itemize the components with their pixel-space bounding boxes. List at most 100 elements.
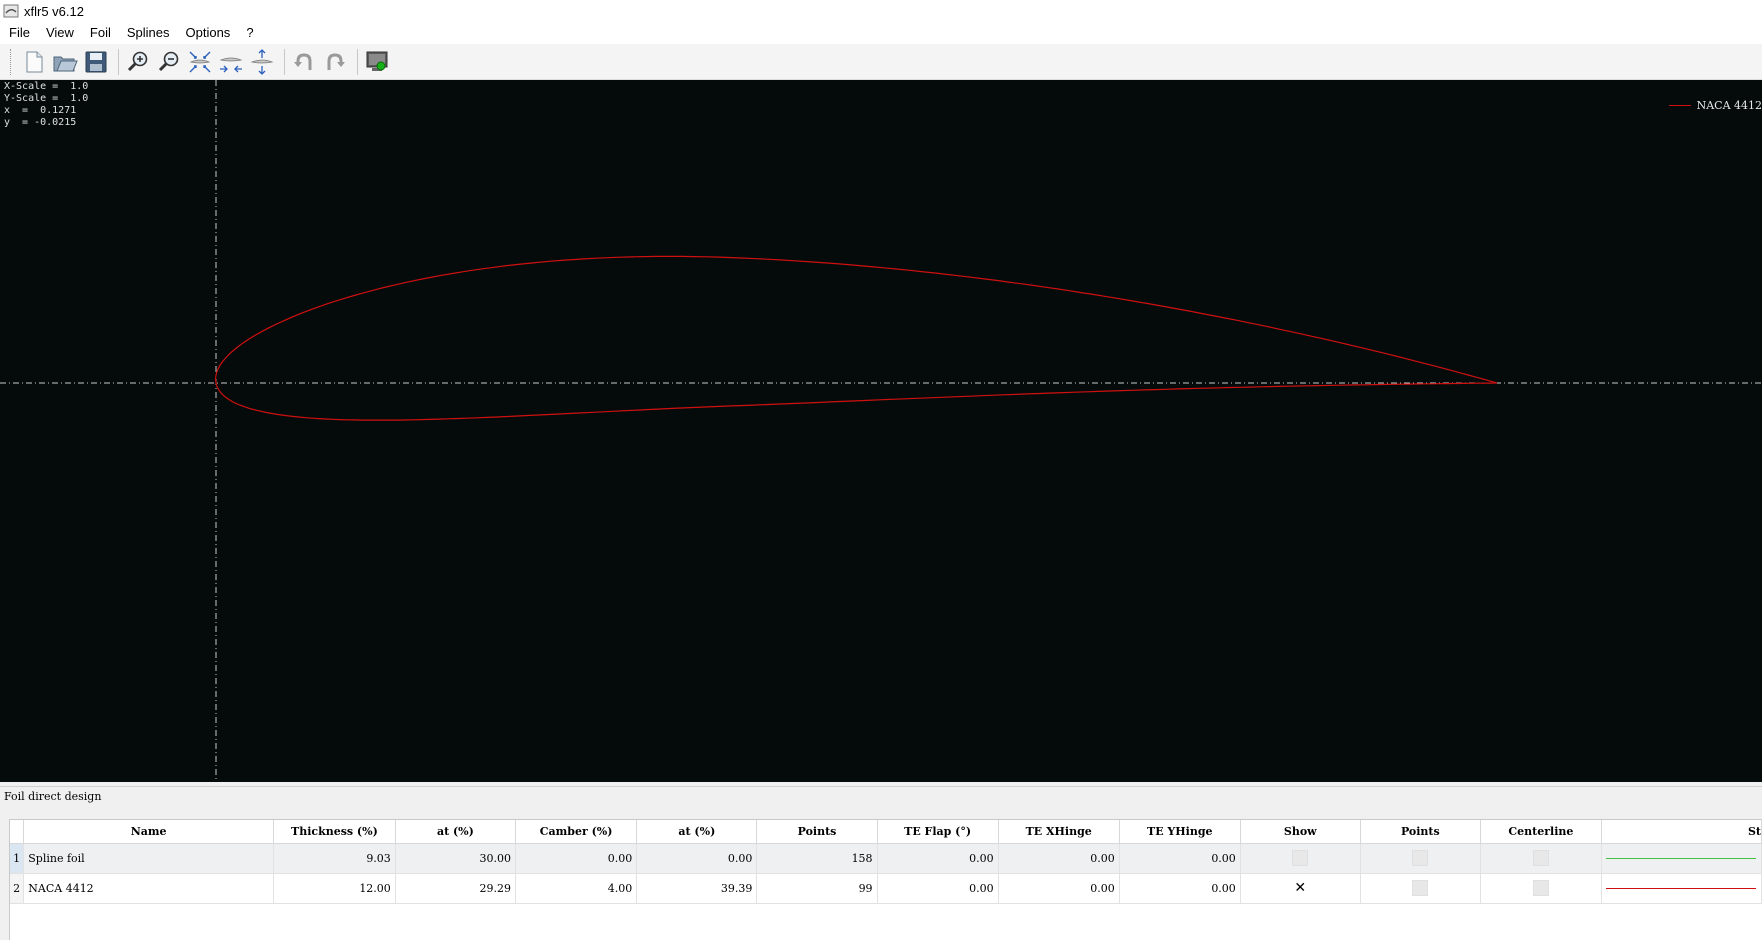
open-folder-icon [53, 56, 78, 71]
show-checkbox[interactable] [1292, 850, 1309, 866]
app-window: xflr5 v6.12 File View Foil Splines Optio… [0, 0, 1762, 940]
col-header-style[interactable]: St [1601, 820, 1762, 844]
menu-splines[interactable]: Splines [119, 22, 178, 44]
new-file-icon [26, 51, 43, 72]
y-scale-button[interactable] [248, 48, 276, 76]
cell-show-points [1360, 843, 1481, 874]
zoom-out-icon [158, 51, 179, 71]
menu-options[interactable]: Options [178, 22, 239, 44]
cell-style[interactable] [1601, 873, 1762, 904]
cursor-x-readout: x = 0.1271 [4, 105, 77, 116]
cell-points[interactable]: 99 [756, 873, 878, 904]
centerline-checkbox[interactable] [1532, 850, 1549, 866]
naca-4412-foil-outline [214, 255, 1498, 421]
toolbar-separator [284, 48, 285, 75]
legend-label: NACA 4412 [1696, 99, 1762, 112]
cell-show: ✕ [1240, 873, 1361, 904]
col-header-thickness[interactable]: Thickness (%) [273, 820, 396, 844]
menu-foil[interactable]: Foil [82, 22, 119, 44]
foil-plot[interactable]: X-Scale = 1.0 Y-Scale = 1.0 x = 0.1271 y = … [0, 80, 1762, 782]
cell-thickness-at[interactable]: 30.00 [395, 843, 516, 874]
col-header-camber[interactable]: Camber (%) [515, 820, 638, 844]
table-header-row: Name Thickness (%) at (%) Camber (%) at … [10, 820, 1762, 844]
cell-points[interactable]: 158 [756, 843, 878, 874]
zoom-in-button[interactable] [124, 48, 152, 76]
cell-te-yhinge[interactable]: 0.00 [1119, 873, 1241, 904]
table-row[interactable]: 1 Spline foil 9.03 30.00 0.00 0.00 158 0… [10, 843, 1762, 874]
show-points-checkbox[interactable] [1412, 850, 1429, 866]
toolbar-separator [118, 48, 119, 75]
zoom-out-button[interactable] [155, 48, 183, 76]
cell-camber-at[interactable]: 39.39 [636, 873, 758, 904]
undo-icon [294, 52, 312, 70]
cell-te-xhinge[interactable]: 0.00 [998, 843, 1120, 874]
menu-bar: File View Foil Splines Options ? [0, 22, 1762, 44]
new-file-button[interactable] [20, 48, 48, 76]
toolbar-grip[interactable] [10, 48, 14, 75]
cell-style[interactable] [1601, 843, 1762, 874]
menu-file[interactable]: File [0, 22, 38, 44]
xflr5-app-icon [3, 4, 19, 18]
col-header-camber-at[interactable]: at (%) [636, 820, 758, 844]
cell-thickness[interactable]: 12.00 [273, 873, 396, 904]
x-scale-button[interactable] [217, 48, 245, 76]
col-header-show[interactable]: Show [1240, 820, 1361, 844]
cell-te-xhinge[interactable]: 0.00 [998, 873, 1120, 904]
show-points-checkbox[interactable] [1412, 880, 1429, 896]
col-header-te-flap[interactable]: TE Flap (°) [877, 820, 999, 844]
cell-thickness-at[interactable]: 29.29 [395, 873, 516, 904]
foil-table: Name Thickness (%) at (%) Camber (%) at … [10, 820, 1762, 904]
corner-header[interactable] [10, 820, 25, 844]
cell-te-yhinge[interactable]: 0.00 [1119, 843, 1241, 874]
cell-show [1240, 843, 1361, 874]
open-button[interactable] [51, 48, 79, 76]
plot-legend: NACA 4412 [1668, 99, 1762, 112]
save-icon [85, 51, 107, 72]
col-header-thickness-at[interactable]: at (%) [395, 820, 516, 844]
cell-name[interactable]: NACA 4412 [23, 873, 275, 904]
window-title: xflr5 v6.12 [24, 3, 84, 19]
cell-te-flap[interactable]: 0.00 [877, 873, 999, 904]
col-header-te-yhinge[interactable]: TE YHinge [1119, 820, 1241, 844]
col-header-show-points[interactable]: Points [1360, 820, 1481, 844]
cell-name[interactable]: Spline foil [23, 843, 275, 874]
cell-show-points [1360, 873, 1481, 904]
cell-thickness[interactable]: 9.03 [273, 843, 396, 874]
menu-view[interactable]: View [38, 22, 82, 44]
screenshot-button[interactable] [363, 48, 391, 76]
toolbar [0, 44, 1762, 80]
centerline-checkbox[interactable] [1532, 880, 1549, 896]
dock-title[interactable]: Foil direct design [0, 786, 1762, 806]
reset-scale-icon [189, 51, 211, 72]
cell-camber[interactable]: 0.00 [515, 843, 638, 874]
foil-table-container: Name Thickness (%) at (%) Camber (%) at … [9, 819, 1762, 940]
col-header-te-xhinge[interactable]: TE XHinge [998, 820, 1120, 844]
row-header[interactable]: 2 [10, 873, 25, 904]
save-button[interactable] [82, 48, 110, 76]
x-scale-icon [219, 57, 243, 72]
cell-te-flap[interactable]: 0.00 [877, 843, 999, 874]
menu-help[interactable]: ? [238, 22, 261, 44]
screenshot-icon [366, 51, 388, 71]
reset-scale-button[interactable] [186, 48, 214, 76]
cell-centerline [1480, 843, 1602, 874]
legend-line-swatch [1668, 105, 1691, 106]
cell-camber-at[interactable]: 0.00 [636, 843, 758, 874]
foil-plot-canvas [0, 80, 1762, 782]
redo-button[interactable] [321, 48, 349, 76]
redo-icon [327, 52, 345, 70]
cell-camber[interactable]: 4.00 [515, 873, 638, 904]
col-header-name[interactable]: Name [23, 820, 275, 844]
scale-readout: X-Scale = 1.0 Y-Scale = 1.0 x = 0.1271 y = … [4, 81, 88, 129]
row-header[interactable]: 1 [10, 843, 25, 874]
col-header-centerline[interactable]: Centerline [1480, 820, 1602, 844]
toolbar-separator [357, 48, 358, 75]
undo-button[interactable] [290, 48, 318, 76]
foil-table-dock: Name Thickness (%) at (%) Camber (%) at … [0, 806, 1762, 940]
x-scale-readout: X-Scale = 1.0 [4, 81, 89, 92]
title-bar: xflr5 v6.12 [0, 0, 1762, 22]
table-row[interactable]: 2 NACA 4412 12.00 29.29 4.00 39.39 99 0.… [10, 873, 1762, 904]
show-checkbox[interactable]: ✕ [1292, 880, 1309, 896]
col-header-points[interactable]: Points [756, 820, 878, 844]
cell-centerline [1480, 873, 1602, 904]
